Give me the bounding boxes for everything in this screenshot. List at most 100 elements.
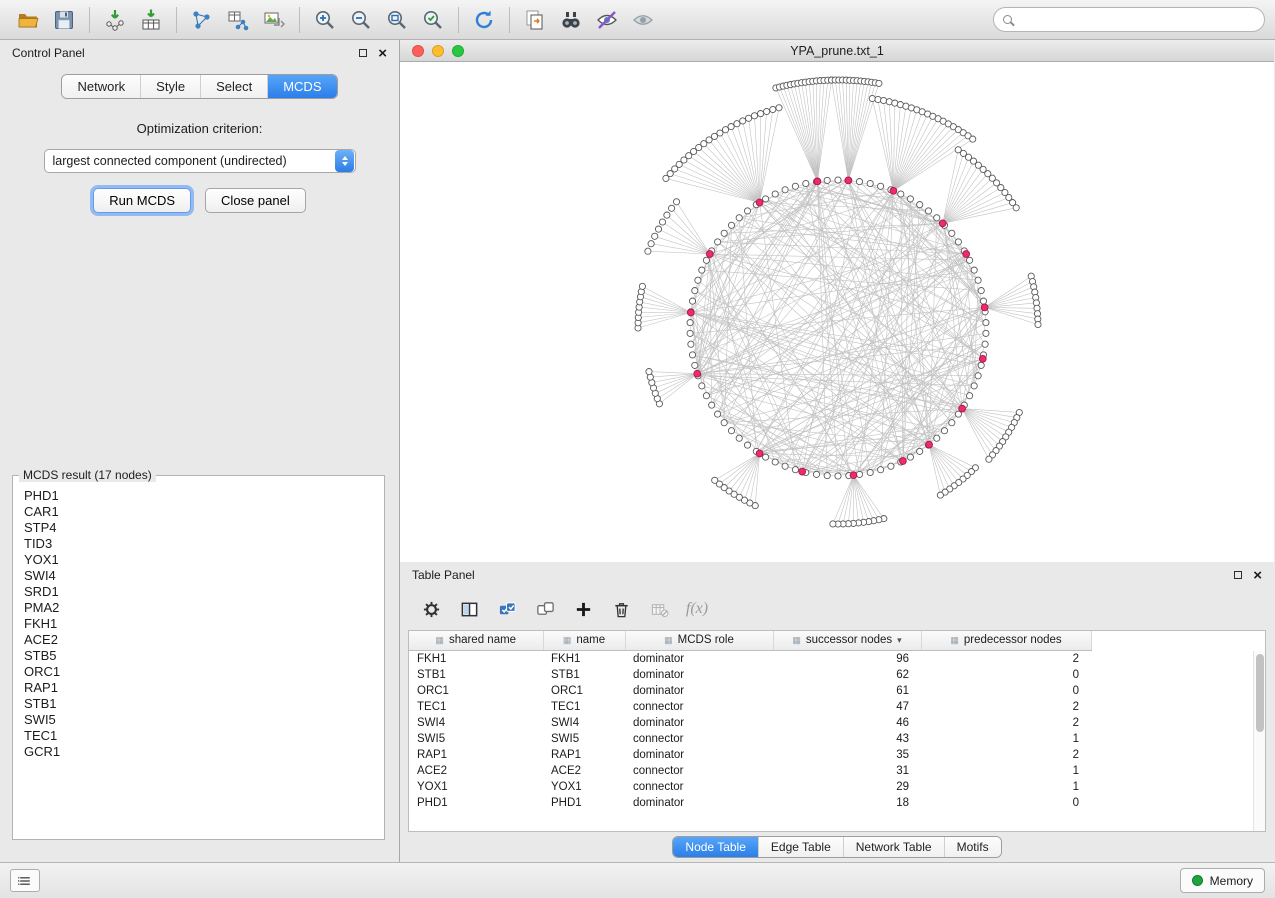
tab-network[interactable]: Network	[62, 75, 140, 98]
table-toolbar: f(x)	[400, 588, 1274, 630]
table-row[interactable]: ORC1ORC1dominator610	[409, 683, 1091, 699]
optimization-label: Optimization criterion:	[0, 121, 399, 136]
status-menu-button[interactable]	[10, 869, 40, 892]
table-scrollbar[interactable]	[1253, 651, 1265, 831]
tab-select[interactable]: Select	[200, 75, 267, 98]
mcds-result-item[interactable]: ORC1	[24, 664, 373, 680]
mcds-result-item[interactable]: RAP1	[24, 680, 373, 696]
show-columns-icon[interactable]	[454, 594, 484, 624]
scrollbar-thumb[interactable]	[1256, 654, 1264, 732]
refresh-icon[interactable]	[466, 4, 502, 36]
mcds-result-item[interactable]: YOX1	[24, 552, 373, 568]
mcds-result-item[interactable]: PMA2	[24, 600, 373, 616]
mcds-result-item[interactable]: ACE2	[24, 632, 373, 648]
tab-style[interactable]: Style	[140, 75, 200, 98]
table-row[interactable]: RAP1RAP1dominator352	[409, 747, 1091, 763]
table-row[interactable]: PHD1PHD1dominator180	[409, 795, 1091, 811]
zoom-out-icon[interactable]	[343, 4, 379, 36]
tab-edge-table[interactable]: Edge Table	[758, 837, 843, 857]
column-grid-icon: ▦	[950, 635, 959, 646]
zoom-fit-icon[interactable]	[379, 4, 415, 36]
table-panel-titlebar: Table Panel ×	[400, 562, 1274, 588]
mcds-result-item[interactable]: STB1	[24, 696, 373, 712]
find-icon[interactable]	[553, 4, 589, 36]
control-tabs: NetworkStyleSelectMCDS	[61, 74, 337, 99]
delete-column-icon[interactable]	[606, 594, 636, 624]
mcds-result-item[interactable]: SRD1	[24, 584, 373, 600]
open-folder-icon[interactable]	[10, 4, 46, 36]
mcds-result-item[interactable]: FKH1	[24, 616, 373, 632]
mcds-result-item[interactable]: GCR1	[24, 744, 373, 760]
tab-node-table[interactable]: Node Table	[673, 837, 758, 857]
network-share-icon[interactable]	[184, 4, 220, 36]
zoom-in-icon[interactable]	[307, 4, 343, 36]
network-window: YPA_prune.txt_1	[400, 40, 1274, 562]
mcds-result-fieldset: MCDS result (17 nodes) PHD1CAR1STP4TID3Y…	[12, 468, 385, 840]
column-label: predecessor nodes	[964, 634, 1062, 646]
table-row[interactable]: SWI5SWI5connector431	[409, 731, 1091, 747]
memory-button[interactable]: Memory	[1180, 868, 1265, 893]
column-grid-icon: ▦	[563, 635, 572, 646]
network-title: YPA_prune.txt_1	[400, 44, 1274, 58]
deselect-all-rows-icon[interactable]	[530, 594, 560, 624]
tab-mcds[interactable]: MCDS	[267, 75, 336, 98]
mcds-result-item[interactable]: TEC1	[24, 728, 373, 744]
hide-icon[interactable]	[625, 4, 661, 36]
control-panel-titlebar: Control Panel ×	[0, 40, 399, 66]
node-table: ▦shared name▦name▦MCDS role▦successor no…	[408, 630, 1266, 832]
add-column-icon[interactable]	[568, 594, 598, 624]
sort-arrow-icon: ▾	[897, 635, 902, 646]
clone-network-icon[interactable]	[517, 4, 553, 36]
column-header-name[interactable]: ▦name	[543, 631, 625, 650]
mcds-result-item[interactable]: PHD1	[24, 488, 373, 504]
column-header-shared-name[interactable]: ▦shared name	[409, 631, 543, 650]
maximize-window-icon[interactable]	[452, 45, 464, 57]
save-icon[interactable]	[46, 4, 82, 36]
clear-table-icon	[644, 594, 674, 624]
mcds-result-item[interactable]: TID3	[24, 536, 373, 552]
table-row[interactable]: STB1STB1dominator620	[409, 667, 1091, 683]
network-canvas[interactable]	[400, 62, 1274, 562]
toolbar-separator	[299, 7, 300, 33]
column-grid-icon: ▦	[792, 635, 801, 646]
network-from-table-icon[interactable]	[220, 4, 256, 36]
export-image-icon[interactable]	[256, 4, 292, 36]
import-table-icon[interactable]	[133, 4, 169, 36]
column-header-predecessor-nodes[interactable]: ▦ predecessor nodes	[921, 631, 1091, 650]
close-panel-icon[interactable]: ×	[378, 46, 387, 61]
mcds-result-item[interactable]: CAR1	[24, 504, 373, 520]
table-row[interactable]: YOX1YOX1connector291	[409, 779, 1091, 795]
float-table-panel-icon[interactable]	[1234, 571, 1242, 579]
close-table-panel-icon[interactable]: ×	[1253, 568, 1262, 583]
mcds-result-item[interactable]: SWI4	[24, 568, 373, 584]
mcds-result-item[interactable]: STB5	[24, 648, 373, 664]
close-panel-button[interactable]: Close panel	[205, 188, 306, 213]
column-label: MCDS role	[678, 634, 734, 646]
vizmapper-icon[interactable]	[589, 4, 625, 36]
mcds-result-item[interactable]: SWI5	[24, 712, 373, 728]
search-input[interactable]	[1019, 13, 1255, 27]
search-icon	[1003, 15, 1012, 24]
table-row[interactable]: FKH1FKH1dominator962	[409, 650, 1091, 667]
mcds-result-item[interactable]: STP4	[24, 520, 373, 536]
toolbar-separator	[509, 7, 510, 33]
close-window-icon[interactable]	[412, 45, 424, 57]
column-header-MCDS-role[interactable]: ▦MCDS role	[625, 631, 773, 650]
toolbar-separator	[458, 7, 459, 33]
float-panel-icon[interactable]	[359, 49, 367, 57]
zoom-selected-icon[interactable]	[415, 4, 451, 36]
run-mcds-button[interactable]: Run MCDS	[93, 188, 191, 213]
import-network-icon[interactable]	[97, 4, 133, 36]
table-settings-gear-icon[interactable]	[416, 594, 446, 624]
table-row[interactable]: ACE2ACE2connector311	[409, 763, 1091, 779]
tab-network-table[interactable]: Network Table	[843, 837, 944, 857]
table-row[interactable]: SWI4SWI4dominator462	[409, 715, 1091, 731]
table-header-row: ▦shared name▦name▦MCDS role▦successor no…	[409, 631, 1091, 650]
select-all-rows-icon[interactable]	[492, 594, 522, 624]
criterion-dropdown[interactable]: largest connected component (undirected)	[44, 149, 356, 173]
table-row[interactable]: TEC1TEC1connector472	[409, 699, 1091, 715]
table-body: FKH1FKH1dominator962STB1STB1dominator620…	[409, 650, 1091, 811]
minimize-window-icon[interactable]	[432, 45, 444, 57]
tab-motifs[interactable]: Motifs	[944, 837, 1001, 857]
column-header-successor-nodes[interactable]: ▦successor nodes▾	[773, 631, 921, 650]
